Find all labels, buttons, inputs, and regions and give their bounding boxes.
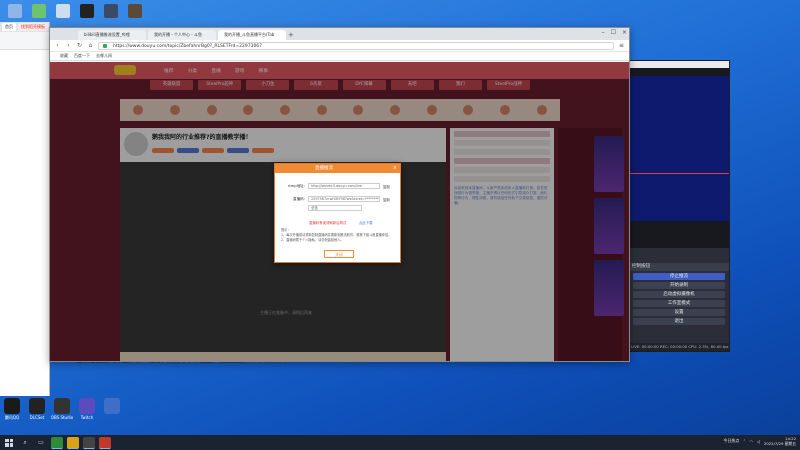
obs-titlebar	[629, 61, 729, 68]
desktop-top-icons	[0, 0, 150, 22]
document-ribbon	[0, 32, 49, 50]
obs-scene-preview	[629, 76, 729, 221]
desktop-shortcut[interactable]: DLCSet	[27, 398, 47, 421]
stream-settings-modal: 直播推流 × rtmp地址: http://sendtc3.douyu.com/…	[274, 163, 401, 263]
news-widget[interactable]: 今日热点	[723, 438, 739, 444]
window-controls: – ☐ ×	[602, 29, 627, 36]
document-tabs: 首页 找到稻壳模板	[0, 22, 49, 32]
settings-button[interactable]: 设置	[633, 309, 725, 316]
obs-controls-title: 控制按钮	[629, 263, 729, 271]
close-button[interactable]: 关闭	[324, 250, 354, 258]
system-tray: 今日热点 ˄ ◠ ◁ 14:22 2022/7/29 星期五	[723, 436, 796, 446]
stop-streaming-button[interactable]: 停止推流	[633, 273, 725, 280]
maximize-icon[interactable]: ☐	[611, 29, 616, 36]
stream-key-label: 直播码:	[293, 196, 305, 201]
bookmark-item[interactable]: 百度一下	[74, 53, 90, 59]
obs-controls-dock: 控制按钮 停止推流 开始录制 启动虚拟摄像机 工作室模式 设置 退出	[629, 263, 729, 327]
rtmp-row: rtmp地址: http://sendtc3.douyu.com/live 复制	[281, 183, 390, 189]
minimize-icon[interactable]: –	[602, 29, 605, 36]
browser-tab-active[interactable]: 我的开播_斗鱼直播平台(Tab	[218, 30, 286, 40]
volume-icon[interactable]: ◁	[757, 439, 760, 444]
safe-area-line	[629, 173, 729, 174]
reload-icon[interactable]: ↻	[76, 42, 83, 49]
avatar-icon[interactable]	[76, 2, 98, 20]
taskbar: ⌕ ▭ 今日热点 ˄ ◠ ◁ 14:22 2022/7/29 星期五	[0, 435, 800, 450]
clock[interactable]: 14:22 2022/7/29 星期五	[764, 436, 796, 446]
virtual-camera-button[interactable]: 启动虚拟摄像机	[633, 291, 725, 298]
home-icon[interactable]: ⌂	[87, 42, 94, 49]
studio-mode-button[interactable]: 工作室模式	[633, 300, 725, 307]
close-icon[interactable]: ×	[393, 164, 397, 173]
document-body[interactable]	[0, 50, 49, 386]
stream-key-field[interactable]: 2297567nrwHXtY56?wsSecret=**********	[308, 196, 380, 202]
rtmp-label: rtmp地址:	[287, 183, 305, 188]
document-window[interactable]: 首页 找到稻壳模板	[0, 22, 50, 396]
download-link[interactable]: 点此下载	[359, 220, 373, 225]
browser-toolbar: ‹ › ↻ ⌂ https://www.douyu.com/topic/Zbef…	[50, 40, 629, 52]
task-view-icon[interactable]: ▭	[35, 437, 47, 449]
desktop-shortcut[interactable]: Twitch	[77, 398, 97, 421]
taskbar-app-icon[interactable]	[51, 436, 63, 449]
obs-status-bar: LIVE: 00:00:00 REC: 00:00:00 CPU: 2.3%, …	[629, 343, 729, 351]
avatar-icon[interactable]	[124, 2, 146, 20]
browser-tab[interactable]: bilibili直播推流设置_哔哩	[78, 30, 146, 40]
windows-start-icon[interactable]	[3, 437, 15, 449]
taskbar-app-icon[interactable]	[83, 436, 95, 449]
taskbar-app-icon[interactable]	[67, 436, 79, 449]
note-line: 2、直播码属于个人隐私，请勿泄露给他人。	[281, 238, 344, 242]
monitor-icon[interactable]	[100, 2, 122, 20]
app-icon[interactable]	[28, 2, 50, 20]
desktop-bottom-icons: 腾讯QQ DLCSet OBS Studio Twitch	[2, 398, 122, 421]
address-bar[interactable]: https://www.douyu.com/topic/ZbefahnrBg0?…	[98, 41, 614, 50]
select-row: 全选	[281, 205, 362, 211]
bookmarks-bar: 收藏 百度一下 去哪儿网	[50, 52, 629, 61]
browser-window[interactable]: bilibili直播推流设置_哔哩 我的开播 - 个人中心 - 斗鱼 我的开播_…	[49, 27, 630, 362]
forward-icon[interactable]: ›	[65, 42, 72, 49]
bookmark-item[interactable]: 去哪儿网	[96, 53, 112, 59]
modal-header: 直播推流 ×	[275, 164, 400, 173]
app-icon[interactable]	[52, 2, 74, 20]
back-icon[interactable]: ‹	[54, 42, 61, 49]
browser-tab[interactable]: 我的开播 - 个人中心 - 斗鱼	[148, 30, 216, 40]
taskbar-app-icon[interactable]	[99, 436, 111, 449]
doc-tab-template[interactable]: 找到稻壳模板	[18, 23, 48, 31]
obs-preview	[629, 68, 729, 248]
bookmark-item[interactable]: 收藏	[60, 53, 68, 59]
search-icon[interactable]: ⌕	[19, 437, 31, 449]
desktop-shortcut[interactable]: OBS Studio	[51, 398, 73, 421]
network-icon[interactable]: ◠	[749, 439, 753, 444]
rtmp-address-field[interactable]: http://sendtc3.douyu.com/live	[308, 183, 380, 189]
obs-window[interactable]: 控制按钮 停止推流 开始录制 启动虚拟摄像机 工作室模式 设置 退出 LIVE:…	[628, 60, 730, 352]
stream-key-row: 直播码: 2297567nrwHXtY56?wsSecret=*********…	[281, 196, 390, 202]
exit-button[interactable]: 退出	[633, 318, 725, 325]
new-tab-icon[interactable]: +	[288, 30, 296, 40]
copy-rtmp-button[interactable]: 复制	[383, 184, 390, 189]
desktop-shortcut[interactable]	[102, 398, 122, 421]
menu-icon[interactable]: ≡	[618, 42, 625, 49]
modal-notes: 提示： 1、每次开播前请重新复制直播码并更新到推流软件，推荐下载斗鱼直播伴侣。 …	[281, 228, 396, 243]
stream-key-error: 直播码有误请刷新后再试	[309, 221, 347, 225]
modal-title: 直播推流	[315, 166, 333, 171]
copy-stream-key-button[interactable]: 复制	[383, 197, 390, 202]
desktop-shortcut[interactable]: 腾讯QQ	[2, 398, 22, 421]
start-recording-button[interactable]: 开始录制	[633, 282, 725, 289]
tray-up-icon[interactable]: ˄	[743, 439, 745, 444]
browser-tab-strip: bilibili直播推流设置_哔哩 我的开播 - 个人中心 - 斗鱼 我的开播_…	[50, 28, 629, 40]
doc-tab-home[interactable]: 首页	[2, 23, 16, 31]
recycle-bin-icon[interactable]	[4, 2, 26, 20]
select-all-field[interactable]: 全选	[308, 205, 362, 211]
clock-date: 2022/7/29 星期五	[763, 441, 796, 446]
close-icon[interactable]: ×	[622, 29, 627, 36]
